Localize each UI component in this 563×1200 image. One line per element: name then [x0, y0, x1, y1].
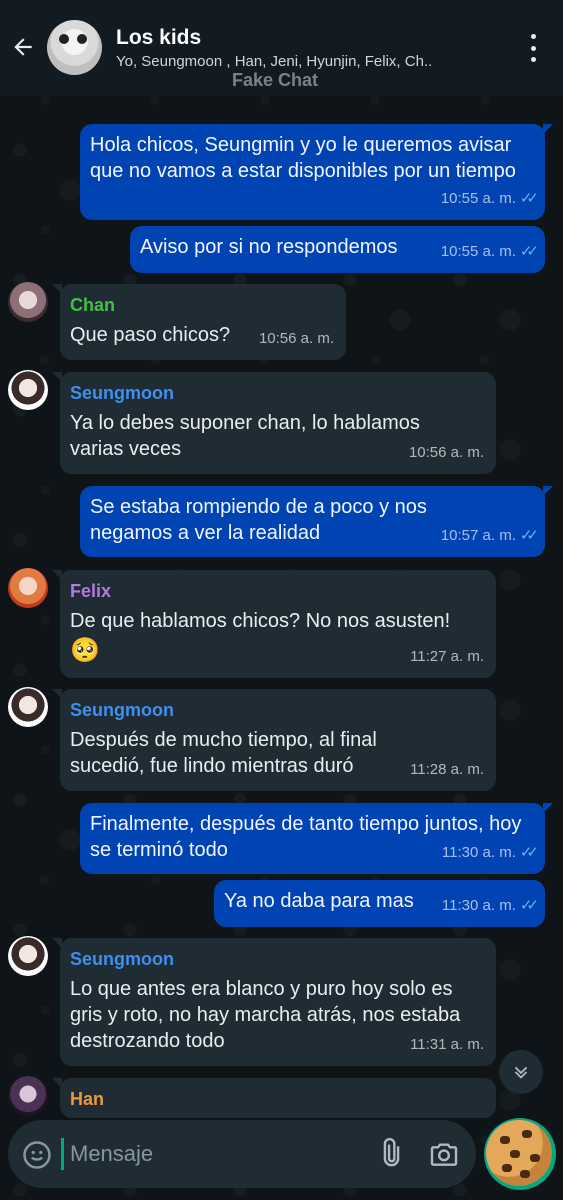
- message-incoming[interactable]: Seungmoon Lo que antes era blanco y puro…: [52, 938, 496, 1066]
- message-text: Se estaba rompiendo de a poco y nos nega…: [90, 496, 427, 544]
- sender-name[interactable]: Han: [70, 1086, 486, 1112]
- message-outgoing[interactable]: Hola chicos, Seungmin y yo le queremos a…: [80, 124, 553, 220]
- message-outgoing[interactable]: Aviso por si no respondemos 10:55 a. m. ✓…: [130, 226, 545, 273]
- avatar-seungmoon[interactable]: [8, 687, 48, 727]
- sender-name[interactable]: Chan: [70, 292, 336, 318]
- message-time: 10:56 a. m.: [408, 444, 484, 461]
- message-text: De que hablamos chicos? No nos asusten!: [70, 610, 451, 632]
- message-meta: 11:30 a. m. ✓✓: [441, 844, 539, 861]
- message-incoming[interactable]: Seungmoon Después de mucho tiempo, al fi…: [52, 689, 496, 791]
- back-arrow-icon[interactable]: [8, 32, 38, 62]
- read-ticks-icon: ✓✓: [519, 190, 539, 207]
- chevron-down-icon[interactable]: [499, 1050, 543, 1094]
- sender-name[interactable]: Seungmoon: [70, 380, 486, 406]
- message-time: 11:28 a. m.: [410, 761, 484, 778]
- avatar-seungmoon[interactable]: [8, 370, 48, 410]
- message-outgoing[interactable]: Se estaba rompiendo de a poco y nos nega…: [80, 486, 553, 557]
- message-meta: 10:57 a. m. ✓✓: [440, 527, 539, 544]
- message-input[interactable]: Mensaje: [70, 1141, 153, 1167]
- group-avatar[interactable]: [47, 20, 102, 75]
- avatar-chan[interactable]: [8, 282, 48, 322]
- camera-icon[interactable]: [428, 1138, 460, 1170]
- chat-members[interactable]: Yo, Seungmoon , Han, Jeni, Hyunjin, Feli…: [116, 53, 491, 70]
- message-text: Hola chicos, Seungmin y yo le queremos a…: [90, 134, 516, 182]
- message-text: Que paso chicos?: [70, 324, 231, 346]
- read-ticks-icon: ✓✓: [519, 844, 539, 861]
- smiley-icon[interactable]: [22, 1140, 52, 1170]
- avatar-seungmoon[interactable]: [8, 936, 48, 976]
- read-ticks-icon: ✓✓: [519, 527, 539, 544]
- message-text: Después de mucho tiempo, al final sucedi…: [70, 729, 377, 777]
- message-outgoing[interactable]: Finalmente, después de tanto tiempo junt…: [80, 803, 553, 874]
- cookie-graphic: [486, 1120, 552, 1186]
- text-caret: [61, 1138, 64, 1170]
- message-incoming[interactable]: Felix De que hablamos chicos? No nos asu…: [52, 570, 496, 678]
- paperclip-icon[interactable]: [374, 1137, 406, 1170]
- message-incoming[interactable]: Seungmoon Ya lo debes suponer chan, lo h…: [52, 372, 496, 474]
- message-text: Ya no daba para mas: [224, 890, 414, 912]
- avatar-han[interactable]: [8, 1076, 48, 1116]
- watermark: Fake Chat: [232, 70, 319, 90]
- message-outgoing[interactable]: Ya no daba para mas 11:30 a. m. ✓✓: [214, 880, 545, 927]
- chat-title[interactable]: Los kids: [116, 26, 201, 50]
- message-incoming[interactable]: Han: [52, 1078, 496, 1118]
- sender-name[interactable]: Felix: [70, 578, 486, 604]
- message-meta: 10:55 a. m. ✓✓: [440, 190, 539, 207]
- message-time: 11:31 a. m.: [410, 1036, 484, 1053]
- sender-name[interactable]: Seungmoon: [70, 697, 486, 723]
- message-time: 10:56 a. m.: [258, 330, 334, 347]
- read-ticks-icon: ✓✓: [519, 243, 539, 260]
- message-meta: 10:55 a. m. ✓✓: [440, 243, 539, 260]
- message-text: Aviso por si no respondemos: [140, 236, 398, 258]
- sender-name[interactable]: Seungmoon: [70, 946, 486, 972]
- cookie-sticker-icon[interactable]: [484, 1118, 556, 1190]
- message-meta: 11:30 a. m. ✓✓: [441, 897, 539, 914]
- message-input-bar: Mensaje: [8, 1120, 476, 1188]
- message-text: Ya lo debes suponer chan, lo hablamos va…: [70, 412, 420, 460]
- message-incoming[interactable]: Chan Que paso chicos? 10:56 a. m.: [52, 284, 346, 360]
- message-time: 11:27 a. m.: [410, 648, 484, 665]
- more-vertical-icon[interactable]: [521, 34, 545, 62]
- read-ticks-icon: ✓✓: [519, 897, 539, 914]
- avatar-felix[interactable]: [8, 568, 48, 608]
